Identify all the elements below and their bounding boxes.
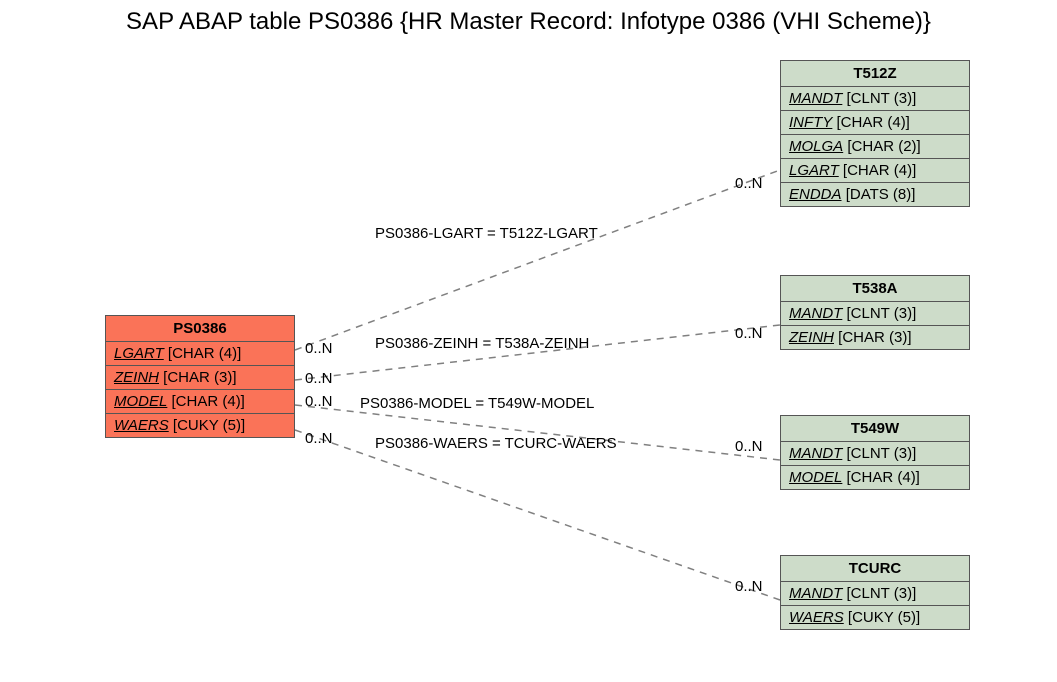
entity-header: PS0386 xyxy=(106,316,294,342)
entity-ps0386: PS0386 LGART [CHAR (4)] ZEINH [CHAR (3)]… xyxy=(105,315,295,438)
cardinality-label: 0..N xyxy=(305,393,333,410)
entity-field: MANDT [CLNT (3)] xyxy=(781,582,969,606)
cardinality-label: 0..N xyxy=(305,370,333,387)
entity-field: MODEL [CHAR (4)] xyxy=(781,466,969,489)
entity-field: MOLGA [CHAR (2)] xyxy=(781,135,969,159)
relation-label: PS0386-LGART = T512Z-LGART xyxy=(375,225,598,242)
cardinality-label: 0..N xyxy=(735,438,763,455)
entity-header: TCURC xyxy=(781,556,969,582)
entity-t549w: T549W MANDT [CLNT (3)] MODEL [CHAR (4)] xyxy=(780,415,970,490)
entity-header: T549W xyxy=(781,416,969,442)
cardinality-label: 0..N xyxy=(735,578,763,595)
cardinality-label: 0..N xyxy=(735,175,763,192)
relation-label: PS0386-MODEL = T549W-MODEL xyxy=(360,395,594,412)
entity-field: ENDDA [DATS (8)] xyxy=(781,183,969,206)
entity-field: INFTY [CHAR (4)] xyxy=(781,111,969,135)
cardinality-label: 0..N xyxy=(305,340,333,357)
entity-tcurc: TCURC MANDT [CLNT (3)] WAERS [CUKY (5)] xyxy=(780,555,970,630)
diagram-title: SAP ABAP table PS0386 {HR Master Record:… xyxy=(0,8,1057,36)
entity-t512z: T512Z MANDT [CLNT (3)] INFTY [CHAR (4)] … xyxy=(780,60,970,207)
diagram-canvas: SAP ABAP table PS0386 {HR Master Record:… xyxy=(0,0,1057,682)
cardinality-label: 0..N xyxy=(305,430,333,447)
entity-field: ZEINH [CHAR (3)] xyxy=(106,366,294,390)
entity-field: ZEINH [CHAR (3)] xyxy=(781,326,969,349)
relation-label: PS0386-WAERS = TCURC-WAERS xyxy=(375,435,617,452)
entity-field: WAERS [CUKY (5)] xyxy=(781,606,969,629)
entity-field: LGART [CHAR (4)] xyxy=(106,342,294,366)
entity-field: LGART [CHAR (4)] xyxy=(781,159,969,183)
entity-header: T538A xyxy=(781,276,969,302)
entity-field: MANDT [CLNT (3)] xyxy=(781,87,969,111)
entity-field: MODEL [CHAR (4)] xyxy=(106,390,294,414)
entity-field: MANDT [CLNT (3)] xyxy=(781,302,969,326)
entity-field: WAERS [CUKY (5)] xyxy=(106,414,294,437)
entity-header: T512Z xyxy=(781,61,969,87)
cardinality-label: 0..N xyxy=(735,325,763,342)
relation-label: PS0386-ZEINH = T538A-ZEINH xyxy=(375,335,589,352)
entity-field: MANDT [CLNT (3)] xyxy=(781,442,969,466)
entity-t538a: T538A MANDT [CLNT (3)] ZEINH [CHAR (3)] xyxy=(780,275,970,350)
